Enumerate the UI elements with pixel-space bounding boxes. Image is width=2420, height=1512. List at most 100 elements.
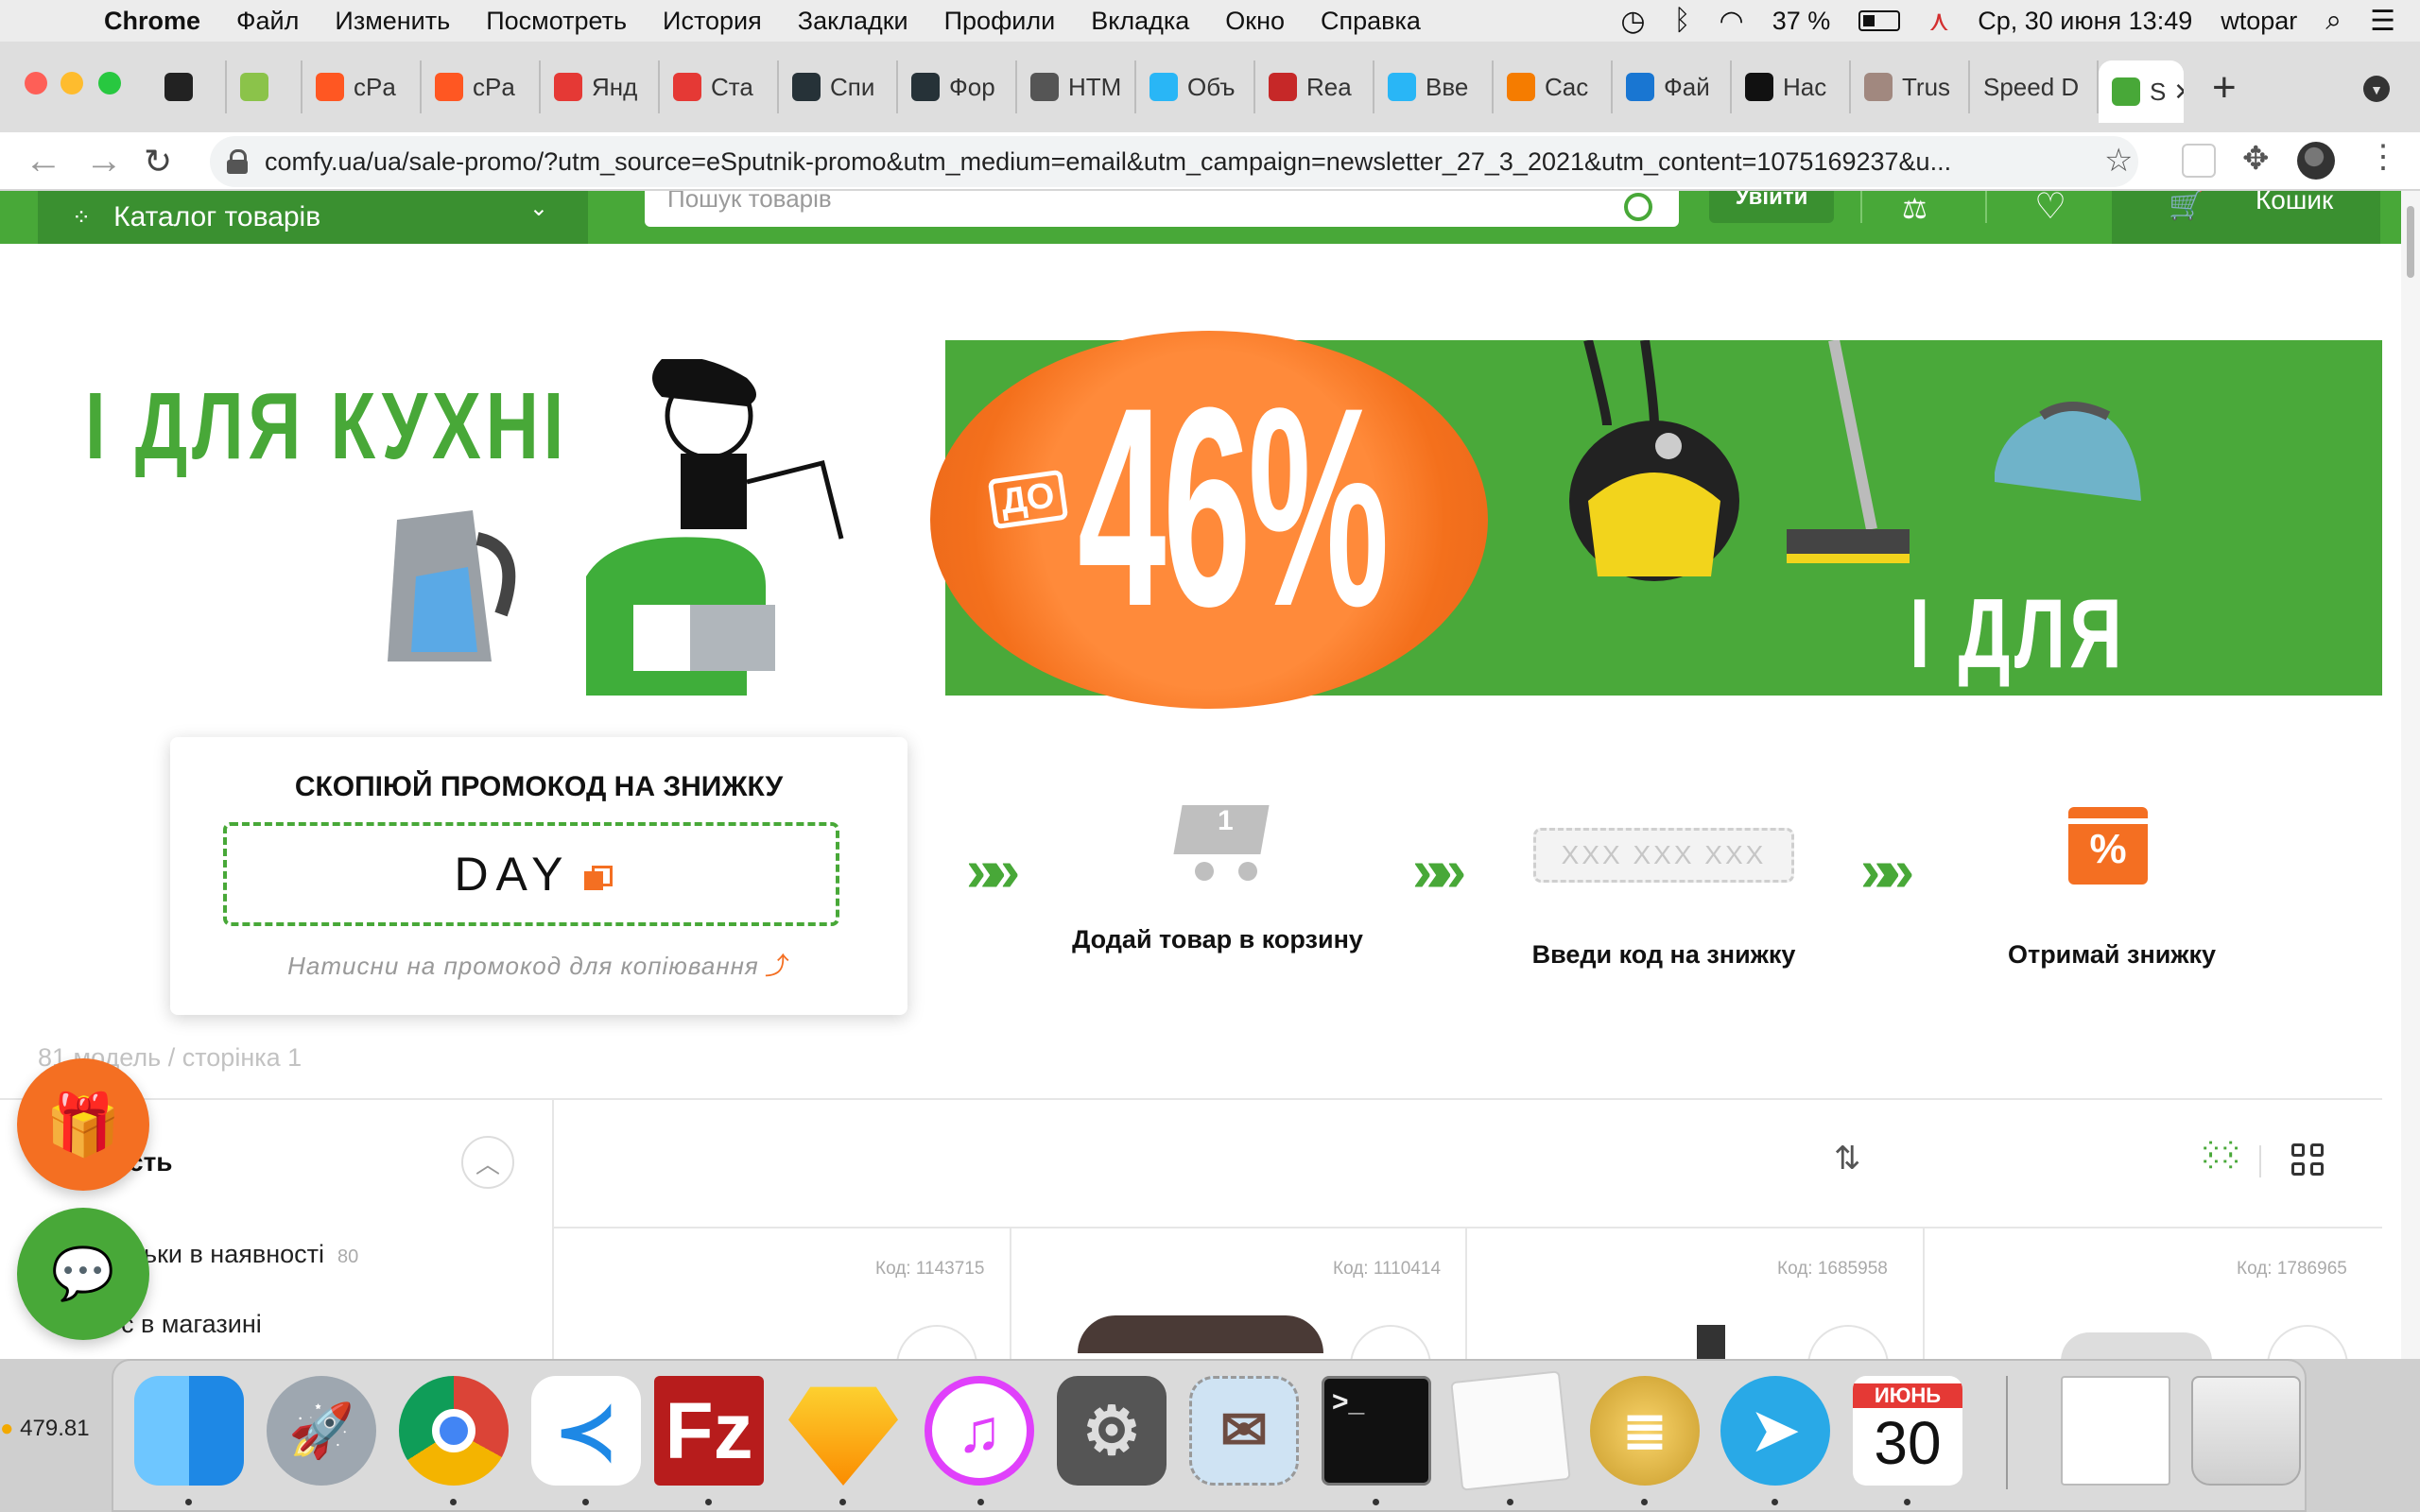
filter-option-in-stock[interactable]: ьки в наявності 80 — [144, 1240, 358, 1269]
menu-bookmarks[interactable]: Закладки — [798, 7, 908, 36]
terminal-icon[interactable]: >_ — [1322, 1376, 1431, 1486]
reload-icon[interactable]: ↻ — [144, 142, 172, 181]
menu-clock[interactable]: Ср, 30 июня 13:49 — [1978, 7, 2192, 36]
browser-tab[interactable]: Спи — [779, 60, 898, 113]
menu-help[interactable]: Справка — [1321, 7, 1421, 36]
browser-tab[interactable]: cPa — [302, 60, 422, 113]
browser-tab[interactable] — [227, 60, 302, 113]
itunes-icon[interactable]: ♫ — [925, 1376, 1034, 1486]
product-image[interactable] — [1697, 1325, 1725, 1359]
browser-tab[interactable]: cPa — [422, 60, 541, 113]
chrome-menu-icon[interactable]: ⋮ — [2367, 138, 2401, 175]
new-tab-button[interactable]: + — [2212, 64, 2237, 112]
window-close-button[interactable] — [25, 72, 47, 94]
product-favorite-button[interactable] — [1807, 1325, 1889, 1359]
browser-tab[interactable] — [151, 60, 227, 113]
tab-label: Спи — [830, 72, 875, 101]
grid-large-view-icon[interactable] — [2291, 1143, 2325, 1177]
address-bar[interactable]: comfy.ua/ua/sale-promo/?utm_source=eSput… — [210, 136, 2138, 187]
menu-user[interactable]: wtopar — [2221, 7, 2297, 36]
trash-icon[interactable] — [2191, 1376, 2301, 1486]
browser-tab[interactable]: Rea — [1255, 60, 1374, 113]
bluetooth-icon[interactable]: ᛒ — [1674, 5, 1691, 37]
browser-tab[interactable]: Speed D — [1970, 60, 2099, 113]
filezilla-icon[interactable]: Fz — [654, 1376, 764, 1486]
browser-tab[interactable]: S✕ — [2099, 60, 2184, 123]
menu-view[interactable]: Посмотреть — [486, 7, 627, 36]
tab-search-icon[interactable]: ▼ — [2363, 76, 2390, 102]
browser-tab[interactable]: Вве — [1374, 60, 1494, 113]
filter-option-label: с в магазині — [121, 1310, 262, 1338]
sort-icon[interactable]: ⇅ — [1834, 1140, 1861, 1177]
menu-tab[interactable]: Вкладка — [1091, 7, 1189, 36]
scrollbar-thumb[interactable] — [2407, 206, 2414, 278]
sequel-pro-icon[interactable]: ≣ — [1590, 1376, 1700, 1486]
calendar-icon[interactable]: ИЮНЬ 30 — [1853, 1376, 1962, 1486]
menu-file[interactable]: Файл — [236, 7, 299, 36]
grid-small-view-icon[interactable]: ⁘⁘ ⁘⁘ — [2199, 1136, 2242, 1177]
launchpad-icon[interactable]: 🚀 — [267, 1376, 376, 1486]
tab-close-icon[interactable]: ✕ — [2173, 77, 2184, 107]
compare-scales-icon[interactable]: ⚖ — [1902, 193, 1927, 226]
menu-window[interactable]: Окно — [1225, 7, 1285, 36]
browser-tab[interactable]: Фай — [1613, 60, 1732, 113]
promo-code-button[interactable]: DAY — [223, 822, 839, 926]
window-zoom-button[interactable] — [98, 72, 121, 94]
menu-history[interactable]: История — [663, 7, 762, 36]
url-text[interactable]: comfy.ua/ua/sale-promo/?utm_source=eSput… — [265, 147, 2118, 177]
profile-avatar[interactable] — [2297, 142, 2335, 180]
page-scrollbar[interactable] — [2401, 191, 2420, 1359]
browser-tab[interactable]: Trus — [1851, 60, 1970, 113]
search-icon[interactable] — [1624, 193, 1652, 221]
browser-tab[interactable]: Объ — [1136, 60, 1255, 113]
system-preferences-icon[interactable]: ⚙ — [1057, 1376, 1167, 1486]
browser-tab[interactable]: Фор — [898, 60, 1017, 113]
textedit-icon[interactable] — [1450, 1370, 1571, 1491]
menu-app-name[interactable]: Chrome — [104, 7, 200, 36]
extension-icon[interactable] — [2182, 144, 2216, 178]
filter-option-in-store[interactable]: с в магазині — [121, 1310, 262, 1339]
gift-floating-button[interactable]: 🎁 — [17, 1058, 149, 1191]
browser-tab[interactable]: Янд — [541, 60, 660, 113]
window-minimize-button[interactable] — [60, 72, 83, 94]
product-image[interactable] — [1078, 1315, 1323, 1353]
browser-tab[interactable]: HTM — [1017, 60, 1136, 113]
copy-icon[interactable] — [583, 866, 613, 890]
forward-arrow-icon[interactable]: → — [85, 140, 123, 182]
browser-tab[interactable]: Ста — [660, 60, 779, 113]
catalog-button[interactable]: ⁘ Каталог товарів ⌄ — [38, 191, 588, 244]
battery-icon[interactable] — [1858, 10, 1901, 31]
browser-tab[interactable]: Нас — [1732, 60, 1851, 113]
mail-icon[interactable]: ✉ — [1189, 1376, 1299, 1486]
wishlist-heart-icon[interactable]: ♡ — [2034, 191, 2066, 228]
adobe-icon[interactable]: ⋏ — [1928, 5, 1949, 38]
wifi-icon[interactable]: ◠ — [1720, 5, 1744, 38]
chat-floating-button[interactable]: 💬 — [17, 1208, 149, 1340]
telegram-icon[interactable]: ➤ — [1720, 1376, 1830, 1486]
notification-center-icon[interactable]: ☰ — [2370, 5, 2395, 38]
vscode-icon[interactable]: ≺ — [531, 1376, 641, 1486]
cart-button[interactable]: 🛒 Кошик — [2112, 191, 2380, 244]
finder-icon[interactable] — [134, 1376, 244, 1486]
back-arrow-icon[interactable]: ← — [25, 140, 62, 182]
product-image[interactable] — [2061, 1332, 2212, 1359]
extensions-puzzle-icon[interactable]: ✥ — [2242, 140, 2276, 177]
bookmark-star-icon[interactable]: ☆ — [2104, 142, 2133, 180]
preview-document-icon[interactable] — [2061, 1376, 2170, 1486]
menu-profiles[interactable]: Профили — [944, 7, 1056, 36]
product-favorite-button[interactable] — [1350, 1325, 1431, 1359]
promo-banner[interactable]: І ДЛЯ КУХНІ ДО 46% І ДЛЯ ДОМУ — [0, 331, 2382, 801]
product-favorite-button[interactable] — [896, 1325, 977, 1359]
menu-edit[interactable]: Изменить — [335, 7, 450, 36]
chrome-app-icon[interactable] — [399, 1376, 509, 1486]
time-machine-icon[interactable]: ◷ — [1620, 5, 1645, 38]
product-favorite-button[interactable] — [2267, 1325, 2348, 1359]
lock-icon[interactable] — [227, 149, 248, 174]
promo-code[interactable]: DAY — [454, 847, 570, 902]
tab-label: Фай — [1664, 72, 1710, 101]
browser-tab[interactable]: Cac — [1494, 60, 1613, 113]
spotlight-search-icon[interactable]: ⌕ — [2325, 5, 2342, 37]
search-input[interactable] — [645, 191, 1679, 227]
chevron-up-icon[interactable]: ︿ — [461, 1136, 514, 1189]
login-button[interactable]: Увійти — [1709, 191, 1834, 223]
